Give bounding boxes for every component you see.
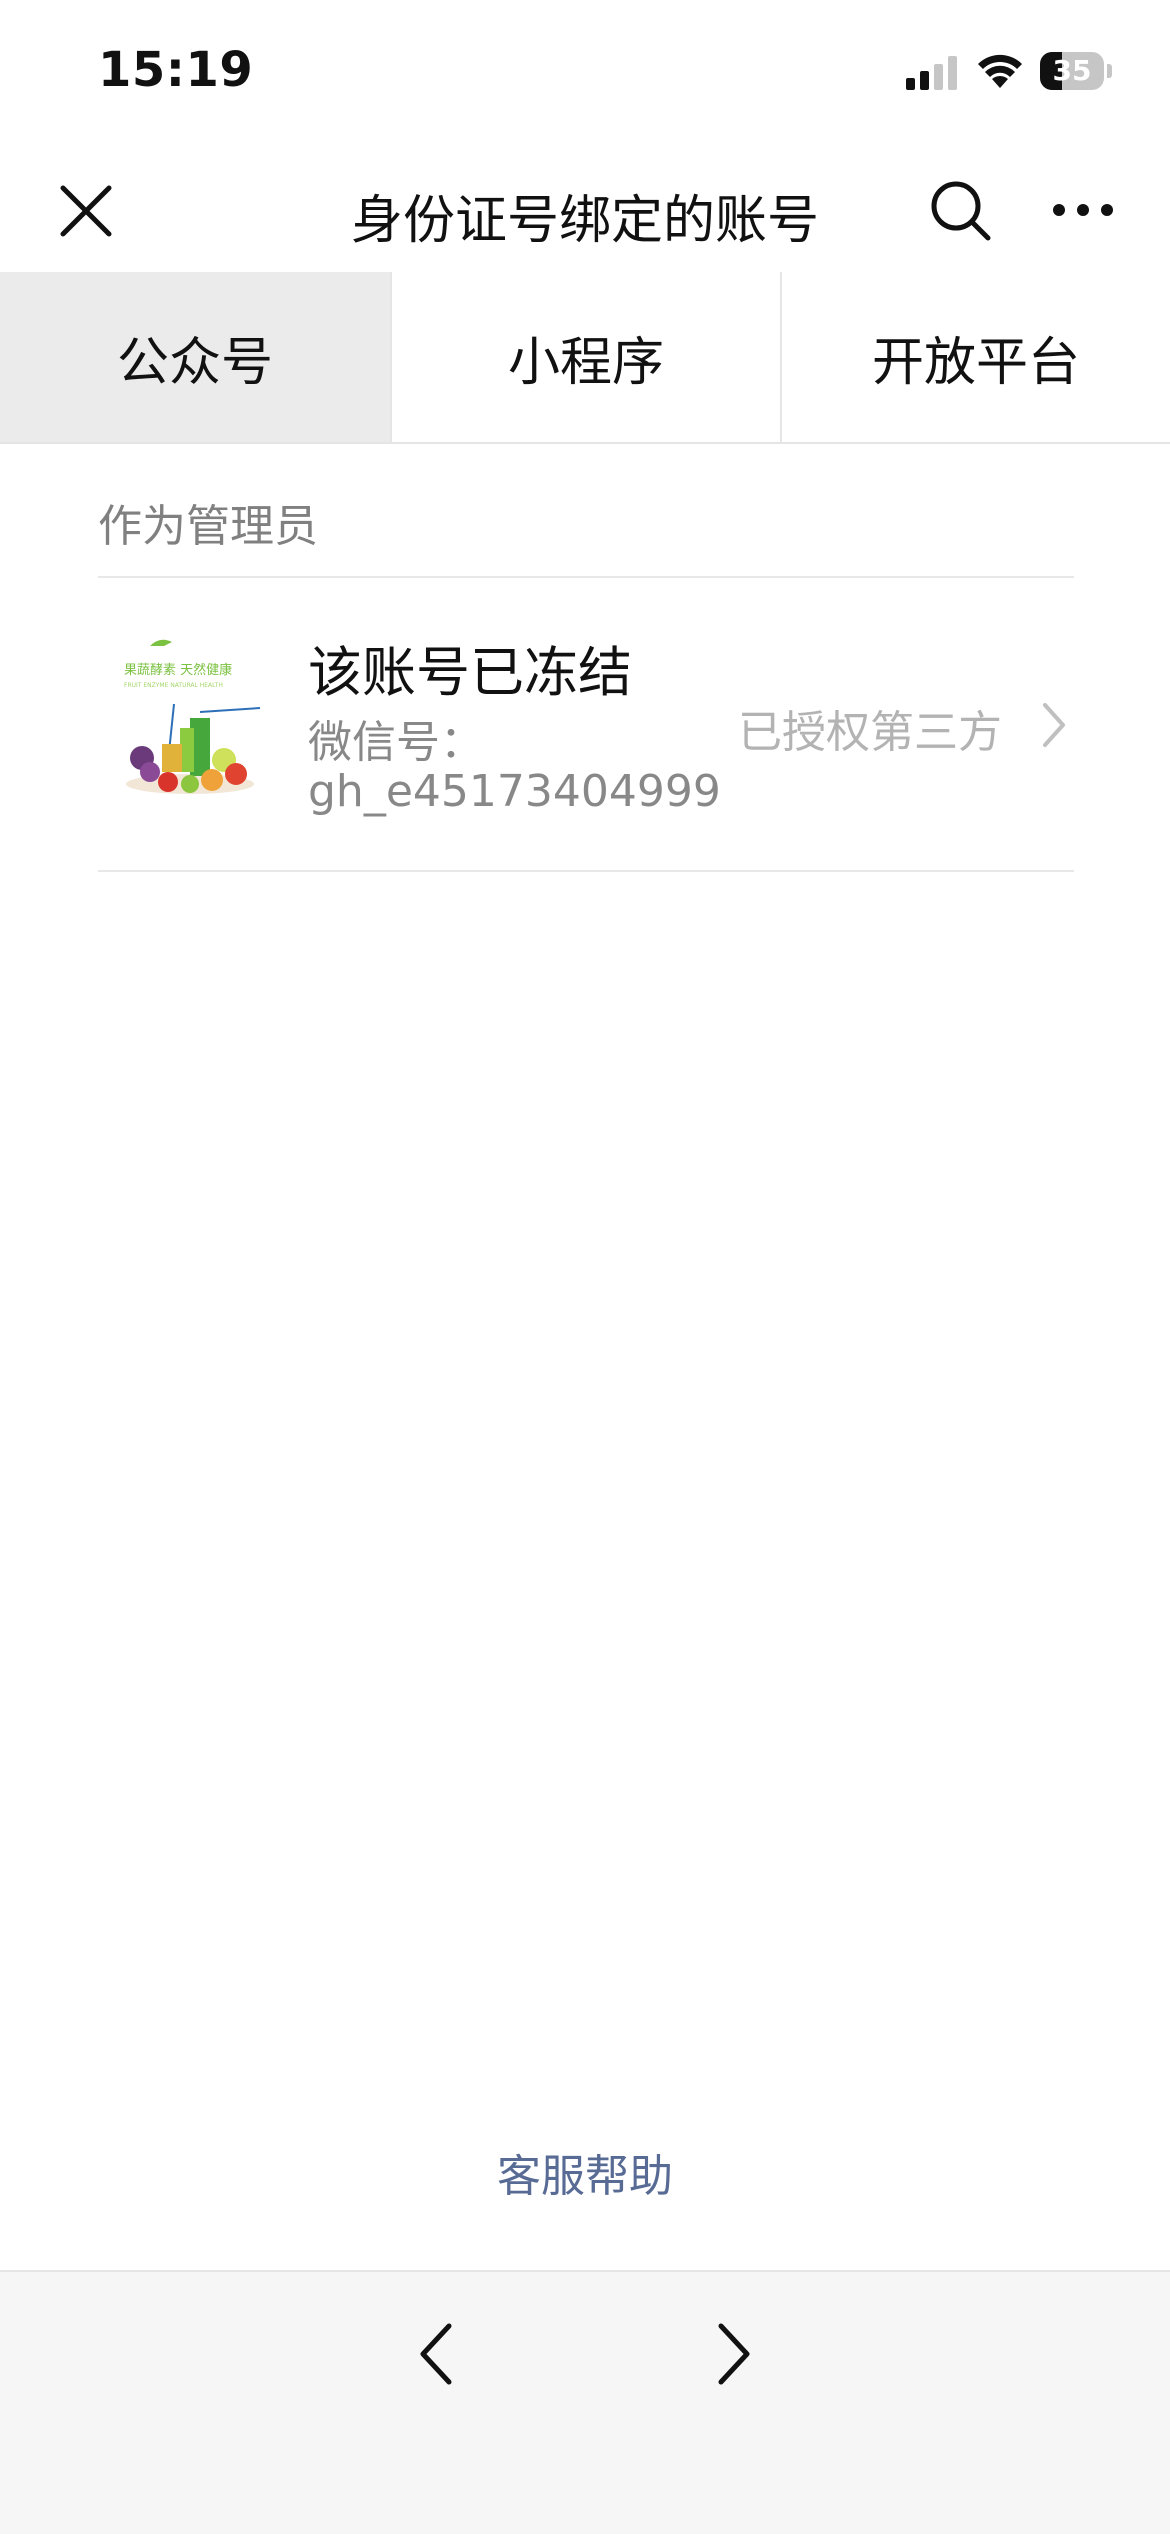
more-icon[interactable] <box>1050 190 1116 230</box>
wechat-id-value: gh_e45173404999 <box>308 766 721 817</box>
account-title: 该账号已冻结 <box>308 641 632 704</box>
bottom-toolbar <box>0 2270 1170 2534</box>
tab-official-account[interactable]: 公众号 <box>0 272 390 442</box>
account-list-item[interactable]: 果蔬酵素 天然健康 FRUIT ENZYME NATURAL HEALTH 该账… <box>98 578 1074 870</box>
customer-service-link[interactable]: 客服帮助 <box>0 2140 1170 2204</box>
tab-mini-program[interactable]: 小程序 <box>390 272 780 442</box>
status-bar: 15:19 35 <box>0 0 1170 150</box>
battery-level: 35 <box>1052 54 1092 87</box>
cellular-signal-icon <box>906 56 957 90</box>
divider <box>98 870 1074 872</box>
chevron-right-icon[interactable] <box>715 2322 755 2386</box>
nav-bar: 身份证号绑定的账号 <box>0 150 1170 272</box>
close-icon[interactable] <box>55 180 117 242</box>
chevron-left-icon[interactable] <box>415 2322 455 2386</box>
status-time: 15:19 <box>98 42 254 98</box>
battery-icon: 35 <box>1040 52 1112 90</box>
tab-bar: 公众号 小程序 开放平台 <box>0 272 1170 444</box>
search-icon[interactable] <box>928 178 994 244</box>
authorization-status: 已授权第三方 <box>738 707 1002 758</box>
chevron-right-icon <box>1043 703 1065 747</box>
wifi-icon <box>978 54 1022 88</box>
avatar-subtext: FRUIT ENZYME NATURAL HEALTH <box>124 682 223 689</box>
tab-open-platform[interactable]: 开放平台 <box>780 272 1170 442</box>
page-title: 身份证号绑定的账号 <box>350 191 819 251</box>
section-label: 作为管理员 <box>98 501 318 552</box>
wechat-id-label: 微信号： <box>308 717 484 768</box>
account-avatar: 果蔬酵素 天然健康 FRUIT ENZYME NATURAL HEALTH <box>120 632 262 804</box>
avatar-text: 果蔬酵素 天然健康 <box>124 662 232 678</box>
